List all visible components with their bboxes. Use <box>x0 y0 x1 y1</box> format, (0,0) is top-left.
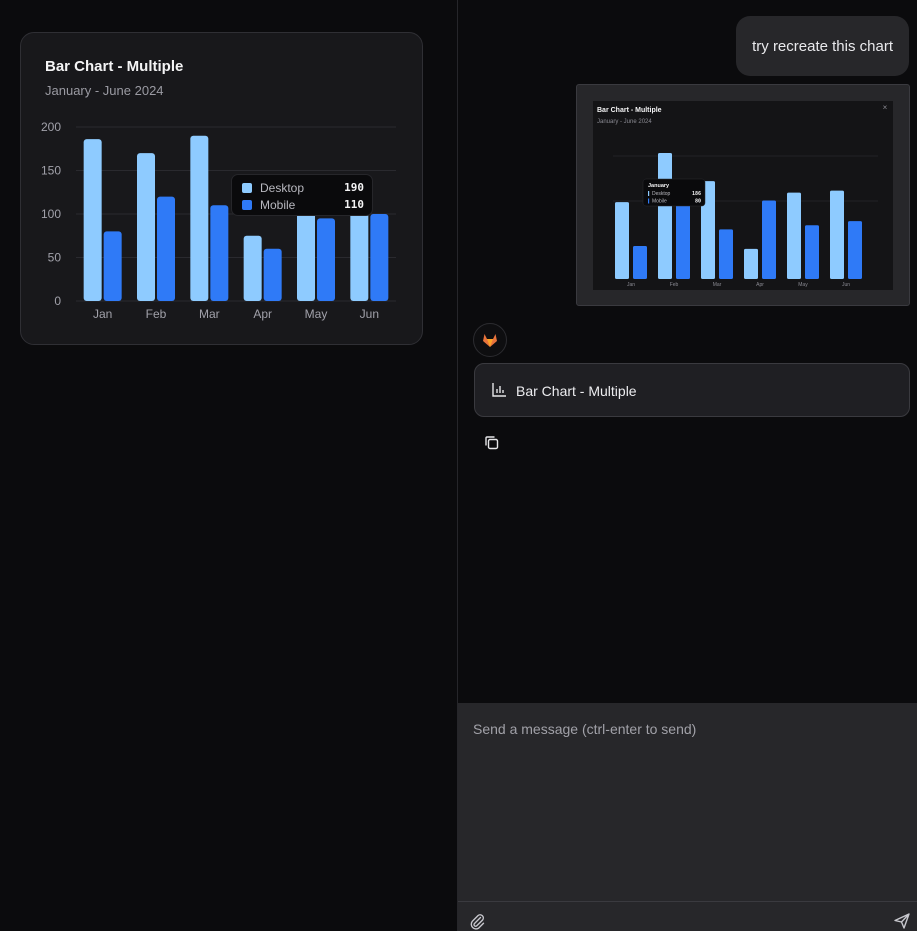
x-tick-label: May <box>305 307 328 321</box>
y-tick-label: 150 <box>41 164 61 178</box>
bar-mobile-mar <box>210 205 229 301</box>
thumbnail-bar-mobile <box>805 225 819 279</box>
thumbnail-x-label: Mar <box>713 282 722 288</box>
thumbnail-tooltip-title: January <box>648 183 670 189</box>
message-composer <box>458 703 917 931</box>
tooltip-row-mobile: Mobile 110 <box>242 198 364 212</box>
thumbnail-tooltip: January Desktop 186 Mobile 80 <box>642 178 706 207</box>
thumbnail-x-label: May <box>798 282 808 288</box>
attached-image-content: Bar Chart - Multiple January - June 2024 ×… <box>593 101 893 290</box>
thumbnail-bar-mobile <box>633 245 647 279</box>
bar-desktop-apr <box>243 235 262 301</box>
y-tick-label: 50 <box>48 251 62 265</box>
thumbnail-tooltip-value: 80 <box>695 199 701 205</box>
thumbnail-tooltip-swatch <box>648 198 650 204</box>
chart-card: Bar Chart - Multiple January - June 2024… <box>20 32 423 345</box>
thumbnail-x-label: Apr <box>756 282 764 288</box>
assistant-avatar <box>473 323 507 357</box>
x-tick-label: Apr <box>253 307 272 321</box>
thumbnail-bar-mobile <box>719 229 733 279</box>
tooltip-value: 190 <box>344 181 364 194</box>
bar-mobile-apr <box>263 248 282 301</box>
y-tick-label: 200 <box>41 120 61 134</box>
tooltip-label: Mobile <box>260 198 296 212</box>
user-message-bubble: try recreate this chart <box>736 16 909 76</box>
thumbnail-bar-desktop <box>787 192 801 279</box>
x-tick-label: Jan <box>93 307 112 321</box>
thumbnail-tooltip-value: 186 <box>692 191 701 197</box>
thumbnail-bar-desktop <box>830 190 844 279</box>
thumbnail-tooltip-label: Desktop <box>652 191 671 197</box>
copy-icon[interactable] <box>482 433 502 453</box>
gitlab-fox-icon <box>483 334 497 347</box>
thumbnail-bar-desktop <box>615 202 629 279</box>
x-tick-label: Feb <box>146 307 167 321</box>
tooltip-label: Desktop <box>260 181 305 195</box>
attached-image[interactable]: Bar Chart - Multiple January - June 2024 ×… <box>576 84 910 306</box>
tooltip-row-desktop: Desktop 190 <box>242 181 364 195</box>
thumbnail-tooltip-swatch <box>648 191 650 196</box>
paperclip-icon[interactable] <box>468 912 486 930</box>
thumbnail-tooltip-label: Mobile <box>652 199 667 205</box>
bar-desktop-jan <box>83 139 102 301</box>
bar-mobile-feb <box>157 196 175 301</box>
thumbnail-bar-desktop <box>658 153 672 279</box>
x-tick-label: Mar <box>199 307 220 321</box>
chat-panel: try recreate this chart Bar Chart - Mult… <box>458 0 917 703</box>
y-tick-label: 100 <box>41 207 61 221</box>
thumbnail-title: Bar Chart - Multiple <box>597 107 662 114</box>
thumbnail-bar-desktop <box>744 248 758 279</box>
thumbnail-x-label: Feb <box>670 282 679 288</box>
x-tick-label: Jun <box>360 307 379 321</box>
thumbnail-x-label: Jun <box>842 282 850 288</box>
message-input[interactable] <box>458 703 917 901</box>
tooltip-value: 110 <box>344 198 364 211</box>
artifact-card[interactable]: Bar Chart - Multiple <box>474 363 910 417</box>
composer-divider <box>458 901 917 902</box>
thumbnail-bar-mobile <box>676 196 690 279</box>
thumbnail-x-label: Jan <box>627 282 635 288</box>
thumbnail-chart: Bar Chart - Multiple January - June 2024 ×… <box>597 103 888 288</box>
bar-desktop-feb <box>137 153 155 301</box>
thumbnail-subtitle: January - June 2024 <box>597 119 652 125</box>
bar-mobile-jun <box>370 214 389 301</box>
desktop-swatch <box>242 183 252 193</box>
send-icon[interactable] <box>893 912 911 930</box>
artifact-label: Bar Chart - Multiple <box>516 383 637 399</box>
chart-tooltip: Desktop 190 Mobile 110 <box>231 174 373 216</box>
bar-chart-icon <box>492 383 506 397</box>
thumbnail-bar-mobile <box>848 221 862 279</box>
thumbnail-bar-mobile <box>762 200 776 279</box>
chart-preview-panel: Bar Chart - Multiple January - June 2024… <box>0 0 457 931</box>
thumbnail-close-icon: × <box>883 103 888 112</box>
bar-desktop-mar <box>190 135 209 301</box>
bar-mobile-may <box>317 218 335 301</box>
bar-mobile-jan <box>103 231 122 301</box>
user-message-text: try recreate this chart <box>752 37 893 55</box>
mobile-swatch <box>242 200 252 210</box>
y-tick-label: 0 <box>54 294 61 308</box>
